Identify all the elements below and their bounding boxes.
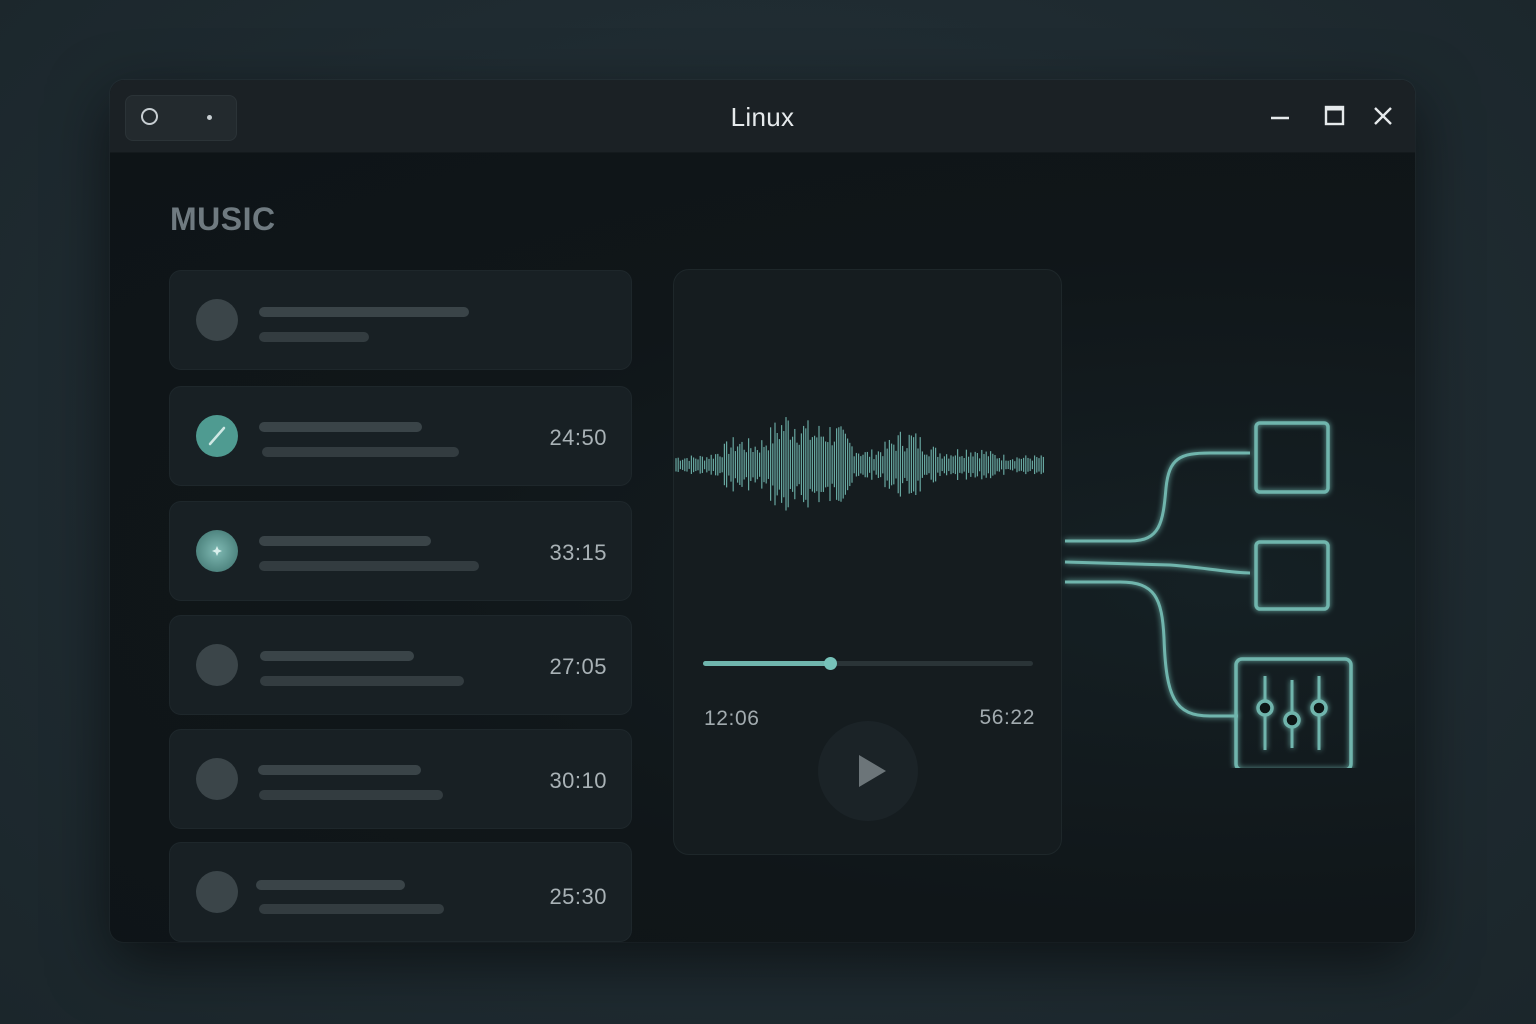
track-subtitle-placeholder bbox=[259, 790, 443, 800]
window-title: Linux bbox=[730, 102, 795, 132]
routing-graph bbox=[1064, 421, 1353, 768]
close-icon bbox=[1374, 107, 1392, 125]
routing-line bbox=[1064, 560, 1251, 575]
track-title-placeholder bbox=[259, 307, 469, 317]
square-output-icon bbox=[1254, 421, 1330, 494]
track-subtitle-placeholder bbox=[262, 447, 459, 457]
track-item[interactable] bbox=[169, 270, 632, 370]
track-duration: 30:10 bbox=[549, 768, 607, 793]
track-subtitle-placeholder bbox=[259, 561, 479, 571]
elapsed-time: 12:06 bbox=[704, 707, 760, 730]
routing-line bbox=[1065, 580, 1238, 718]
pencil-icon bbox=[196, 415, 238, 457]
close-button[interactable] bbox=[1371, 104, 1395, 128]
title-bar: Linux bbox=[110, 80, 1415, 153]
track-title-placeholder bbox=[260, 651, 414, 661]
track-duration: 25:30 bbox=[549, 884, 607, 909]
progress-knob[interactable] bbox=[824, 657, 838, 670]
track-duration: 27:05 bbox=[549, 654, 607, 679]
app-window: Linux MUSIC 24:50 33:15 27:05 30:10 25:3… bbox=[110, 80, 1415, 942]
equalizer-icon bbox=[1234, 657, 1353, 768]
section-title: MUSIC bbox=[170, 201, 276, 237]
track-title-placeholder bbox=[259, 536, 431, 546]
waveform bbox=[675, 417, 1044, 511]
track-subtitle-placeholder bbox=[260, 676, 464, 686]
track-item[interactable]: 25:30 bbox=[169, 842, 632, 942]
maximize-icon bbox=[1324, 105, 1345, 126]
track-title-placeholder bbox=[259, 422, 422, 432]
track-avatar bbox=[196, 644, 238, 686]
track-item[interactable]: 27:05 bbox=[169, 615, 632, 715]
progress-slider[interactable] bbox=[703, 657, 1033, 670]
main-content: MUSIC 24:50 33:15 27:05 30:10 25:30 12:0… bbox=[110, 153, 1415, 942]
track-avatar bbox=[196, 758, 238, 800]
track-subtitle-placeholder bbox=[259, 904, 444, 914]
track-avatar bbox=[196, 299, 238, 341]
square-output-icon bbox=[1254, 540, 1330, 611]
track-subtitle-placeholder bbox=[259, 332, 369, 342]
player-card: 12:06 56:22 bbox=[673, 269, 1062, 855]
minimize-icon bbox=[1271, 116, 1289, 120]
track-title-placeholder bbox=[258, 765, 421, 775]
minimize-button[interactable] bbox=[1268, 104, 1292, 128]
track-item[interactable]: 30:10 bbox=[169, 729, 632, 829]
track-title-placeholder bbox=[256, 880, 405, 890]
track-item[interactable]: 33:15 bbox=[169, 501, 632, 601]
maximize-button[interactable] bbox=[1322, 104, 1346, 128]
track-item[interactable]: 24:50 bbox=[169, 386, 632, 486]
routing-line bbox=[1065, 451, 1250, 543]
track-avatar bbox=[196, 871, 238, 913]
track-duration: 33:15 bbox=[549, 540, 607, 565]
progress-fill bbox=[703, 661, 831, 666]
track-duration: 24:50 bbox=[549, 425, 607, 450]
total-time: 56:22 bbox=[979, 706, 1035, 729]
sparkle-icon bbox=[196, 530, 238, 572]
play-icon bbox=[859, 755, 886, 787]
play-button[interactable] bbox=[818, 721, 918, 821]
